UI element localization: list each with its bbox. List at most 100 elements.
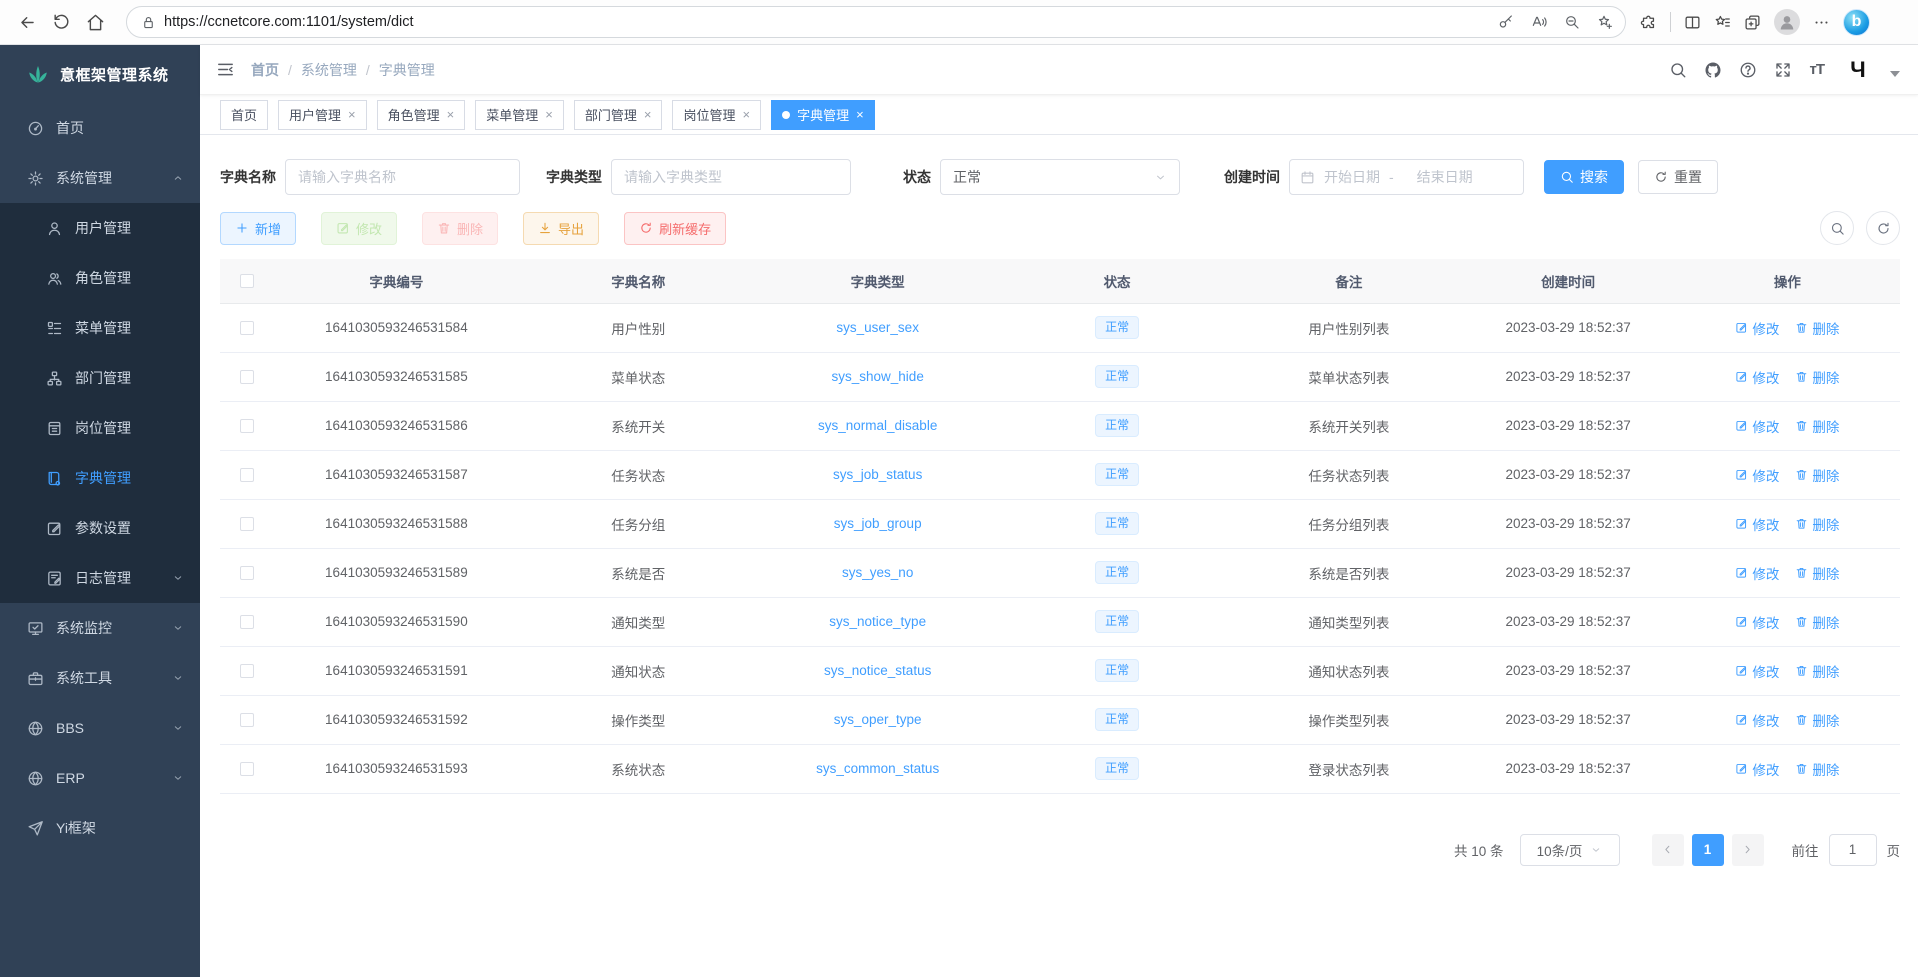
tab-close-icon[interactable]: × — [742, 107, 750, 122]
sidebar-item-角色管理[interactable]: 角色管理 — [0, 253, 200, 303]
add-favorite-icon[interactable] — [1597, 14, 1613, 30]
tab-首页[interactable]: 首页 — [220, 100, 268, 130]
breadcrumb-home[interactable]: 首页 — [251, 60, 279, 80]
row-checkbox[interactable] — [240, 468, 254, 482]
address-bar[interactable]: https://ccnetcore.com:1101/system/dict — [126, 6, 1626, 38]
chevron-down-icon[interactable] — [1890, 71, 1900, 77]
breadcrumb-system[interactable]: 系统管理 — [301, 60, 357, 80]
fullscreen-icon[interactable] — [1774, 61, 1792, 79]
tab-close-icon[interactable]: × — [545, 107, 553, 122]
export-button[interactable]: 导出 — [523, 212, 599, 245]
row-delete-button[interactable]: 删除 — [1795, 661, 1839, 681]
tab-close-icon[interactable]: × — [644, 107, 652, 122]
browser-back-icon[interactable] — [10, 5, 44, 39]
sidebar-item-系统管理[interactable]: 系统管理 — [0, 153, 200, 203]
sidebar-item-Yi框架[interactable]: Yi框架 — [0, 803, 200, 853]
tab-close-icon[interactable]: × — [348, 107, 356, 122]
row-delete-button[interactable]: 删除 — [1795, 318, 1839, 338]
browser-profile-avatar[interactable] — [1774, 9, 1800, 35]
github-icon[interactable] — [1704, 61, 1722, 79]
row-delete-button[interactable]: 删除 — [1795, 416, 1839, 436]
next-page-button[interactable] — [1732, 834, 1764, 866]
row-edit-button[interactable]: 修改 — [1735, 710, 1779, 730]
sidebar-item-岗位管理[interactable]: 岗位管理 — [0, 403, 200, 453]
row-checkbox[interactable] — [240, 713, 254, 727]
browser-home-icon[interactable] — [78, 5, 112, 39]
cell-dict-type-link[interactable]: sys_normal_disable — [818, 418, 937, 433]
current-page[interactable]: 1 — [1692, 834, 1724, 866]
row-edit-button[interactable]: 修改 — [1735, 514, 1779, 534]
row-checkbox[interactable] — [240, 566, 254, 580]
tab-字典管理[interactable]: 字典管理× — [771, 100, 875, 130]
status-select[interactable]: 正常 — [940, 159, 1180, 195]
tab-岗位管理[interactable]: 岗位管理× — [672, 100, 761, 130]
row-checkbox[interactable] — [240, 762, 254, 776]
date-end-placeholder[interactable]: 结束日期 — [1417, 167, 1473, 187]
cell-dict-type-link[interactable]: sys_show_hide — [832, 369, 924, 384]
sidebar-item-日志管理[interactable]: 日志管理 — [0, 553, 200, 603]
browser-reload-icon[interactable] — [44, 5, 78, 39]
read-aloud-icon[interactable] — [1531, 14, 1547, 30]
lock-icon[interactable] — [141, 15, 156, 30]
date-start-placeholder[interactable]: 开始日期 — [1324, 167, 1380, 187]
edit-button[interactable]: 修改 — [321, 212, 397, 245]
sidebar-item-系统监控[interactable]: 系统监控 — [0, 603, 200, 653]
row-delete-button[interactable]: 删除 — [1795, 563, 1839, 583]
refresh-cache-button[interactable]: 刷新缓存 — [624, 212, 726, 245]
extensions-icon[interactable] — [1640, 14, 1657, 31]
bing-chat-icon[interactable]: b — [1843, 9, 1870, 36]
sidebar-item-菜单管理[interactable]: 菜单管理 — [0, 303, 200, 353]
cell-dict-type-link[interactable]: sys_user_sex — [836, 320, 919, 335]
row-delete-button[interactable]: 删除 — [1795, 710, 1839, 730]
sidebar-item-系统工具[interactable]: 系统工具 — [0, 653, 200, 703]
row-checkbox[interactable] — [240, 517, 254, 531]
date-range-input[interactable]: 开始日期 - 结束日期 — [1289, 159, 1524, 195]
sidebar-item-首页[interactable]: 首页 — [0, 103, 200, 153]
row-edit-button[interactable]: 修改 — [1735, 661, 1779, 681]
row-checkbox[interactable] — [240, 664, 254, 678]
row-edit-button[interactable]: 修改 — [1735, 759, 1779, 779]
sidebar-item-用户管理[interactable]: 用户管理 — [0, 203, 200, 253]
row-delete-button[interactable]: 删除 — [1795, 612, 1839, 632]
toggle-search-button[interactable] — [1820, 211, 1854, 245]
row-edit-button[interactable]: 修改 — [1735, 612, 1779, 632]
tab-部门管理[interactable]: 部门管理× — [574, 100, 663, 130]
cell-dict-type-link[interactable]: sys_common_status — [816, 761, 939, 776]
cell-dict-type-link[interactable]: sys_job_status — [833, 467, 922, 482]
font-size-icon[interactable]: тT — [1809, 61, 1824, 78]
dict-type-input[interactable] — [611, 159, 851, 195]
row-delete-button[interactable]: 删除 — [1795, 759, 1839, 779]
tab-close-icon[interactable]: × — [856, 107, 864, 122]
tab-用户管理[interactable]: 用户管理× — [278, 100, 367, 130]
cell-dict-type-link[interactable]: sys_notice_status — [824, 663, 931, 678]
cell-dict-type-link[interactable]: sys_job_group — [834, 516, 922, 531]
sidebar-item-部门管理[interactable]: 部门管理 — [0, 353, 200, 403]
sidebar-item-BBS[interactable]: BBS — [0, 703, 200, 753]
add-button[interactable]: 新增 — [220, 212, 296, 245]
row-edit-button[interactable]: 修改 — [1735, 563, 1779, 583]
prev-page-button[interactable] — [1652, 834, 1684, 866]
sidebar-toggle-icon[interactable] — [216, 60, 235, 79]
sidebar-item-ERP[interactable]: ERP — [0, 753, 200, 803]
cell-dict-type-link[interactable]: sys_yes_no — [842, 565, 913, 580]
row-edit-button[interactable]: 修改 — [1735, 416, 1779, 436]
select-all-checkbox[interactable] — [240, 274, 254, 288]
tab-角色管理[interactable]: 角色管理× — [377, 100, 466, 130]
sidebar-item-参数设置[interactable]: 参数设置 — [0, 503, 200, 553]
split-screen-icon[interactable] — [1684, 14, 1701, 31]
url-text[interactable]: https://ccnetcore.com:1101/system/dict — [164, 14, 1498, 30]
row-delete-button[interactable]: 删除 — [1795, 367, 1839, 387]
reset-button[interactable]: 重置 — [1638, 160, 1718, 194]
row-edit-button[interactable]: 修改 — [1735, 318, 1779, 338]
refresh-table-button[interactable] — [1866, 211, 1900, 245]
tab-菜单管理[interactable]: 菜单管理× — [475, 100, 564, 130]
row-delete-button[interactable]: 删除 — [1795, 514, 1839, 534]
row-checkbox[interactable] — [240, 419, 254, 433]
row-checkbox[interactable] — [240, 615, 254, 629]
user-avatar[interactable]: Ч — [1841, 55, 1873, 85]
favorites-icon[interactable] — [1714, 14, 1731, 31]
row-checkbox[interactable] — [240, 321, 254, 335]
browser-menu-icon[interactable] — [1813, 14, 1830, 31]
row-edit-button[interactable]: 修改 — [1735, 367, 1779, 387]
goto-page-input[interactable] — [1829, 834, 1877, 866]
